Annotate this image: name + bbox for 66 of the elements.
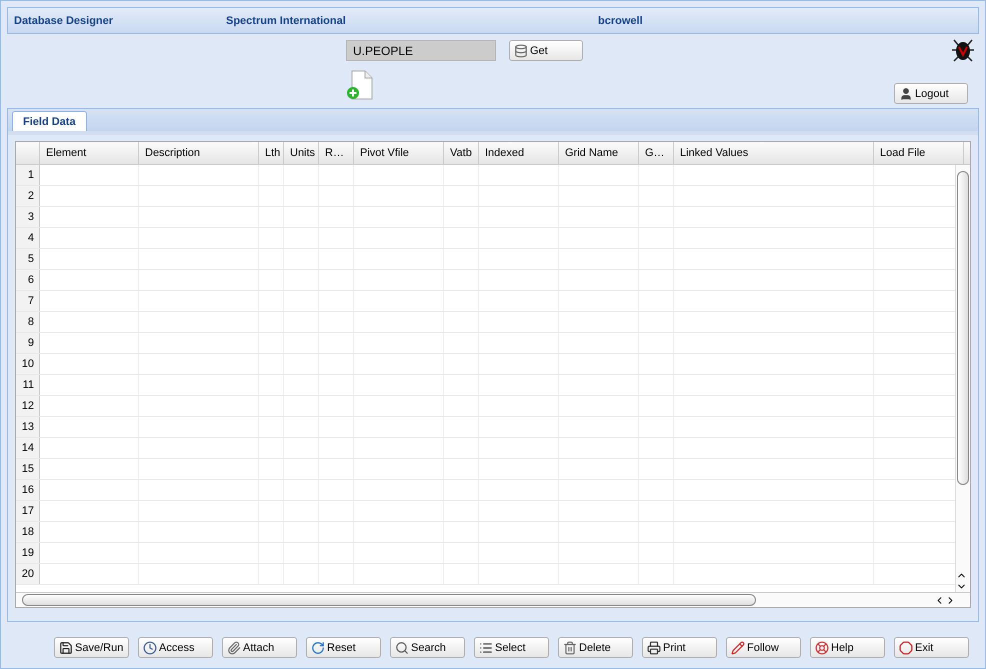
database-icon xyxy=(514,44,528,58)
row-number: 4 xyxy=(16,228,40,248)
column-header[interactable]: Indexed xyxy=(479,142,559,164)
row-number: 3 xyxy=(16,207,40,227)
column-header[interactable]: Vatb xyxy=(444,142,479,164)
column-header[interactable]: Element xyxy=(40,142,139,164)
save-icon xyxy=(59,640,73,654)
app-title: Database Designer xyxy=(13,14,114,26)
row-number: 2 xyxy=(16,186,40,206)
pen-icon xyxy=(731,640,745,654)
column-header[interactable]: Grid Name xyxy=(559,142,639,164)
list-icon xyxy=(479,640,493,654)
row-number: 17 xyxy=(16,501,40,521)
toolbar-button[interactable]: Access xyxy=(138,637,213,658)
column-header[interactable]: Description xyxy=(139,142,259,164)
new-document-icon xyxy=(346,70,374,100)
toolbar-button[interactable]: Select xyxy=(474,637,549,658)
tab[interactable]: Field Data xyxy=(12,111,87,131)
help-icon xyxy=(815,640,829,654)
column-header[interactable]: Units xyxy=(284,142,319,164)
user-name: bcrowell xyxy=(597,14,644,26)
logout-button[interactable]: Logout xyxy=(894,83,968,104)
row-number: 16 xyxy=(16,480,40,500)
stop-icon xyxy=(899,640,913,654)
row-number: 8 xyxy=(16,312,40,332)
row-number: 11 xyxy=(16,375,40,395)
column-header[interactable]: Lth xyxy=(259,142,284,164)
row-number: 14 xyxy=(16,438,40,458)
row-number: 13 xyxy=(16,417,40,437)
print-icon xyxy=(647,640,661,654)
toolbar-button[interactable]: Search xyxy=(390,637,465,658)
trash-icon xyxy=(563,640,577,654)
row-number: 10 xyxy=(16,354,40,374)
column-header[interactable]: Pivot Vfile xyxy=(354,142,444,164)
vertical-scrollbar[interactable] xyxy=(955,165,970,592)
company-name: Spectrum International xyxy=(225,14,347,26)
column-header[interactable]: G… xyxy=(639,142,674,164)
user-icon xyxy=(899,86,913,100)
row-number: 15 xyxy=(16,459,40,479)
column-header[interactable]: Load File xyxy=(874,142,964,164)
row-number: 9 xyxy=(16,333,40,353)
toolbar-button[interactable]: Print xyxy=(642,637,717,658)
row-number: 7 xyxy=(16,291,40,311)
toolbar-button[interactable]: Reset xyxy=(306,637,381,658)
toolbar-button[interactable]: Save/Run xyxy=(54,637,129,658)
toolbar-button[interactable]: Delete xyxy=(558,637,633,658)
column-header[interactable]: R… xyxy=(319,142,354,164)
row-number: 19 xyxy=(16,543,40,563)
row-number: 1 xyxy=(16,165,40,185)
column-header[interactable]: Linked Values xyxy=(674,142,874,164)
row-number: 18 xyxy=(16,522,40,542)
search-icon xyxy=(395,640,409,654)
toolbar-button[interactable]: Help xyxy=(810,637,885,658)
row-number: 5 xyxy=(16,249,40,269)
toolbar-button[interactable]: Follow xyxy=(726,637,801,658)
horizontal-scrollbar[interactable] xyxy=(16,592,970,607)
clip-icon xyxy=(227,640,241,654)
row-number: 20 xyxy=(16,564,40,584)
reset-icon xyxy=(311,640,325,654)
toolbar-button[interactable]: Exit xyxy=(894,637,969,658)
row-number: 12 xyxy=(16,396,40,416)
row-number: 6 xyxy=(16,270,40,290)
file-name-field[interactable]: U.PEOPLE xyxy=(346,40,496,61)
get-button[interactable]: Get xyxy=(509,40,583,61)
toolbar-button[interactable]: Attach xyxy=(222,637,297,658)
clock-icon xyxy=(143,640,157,654)
